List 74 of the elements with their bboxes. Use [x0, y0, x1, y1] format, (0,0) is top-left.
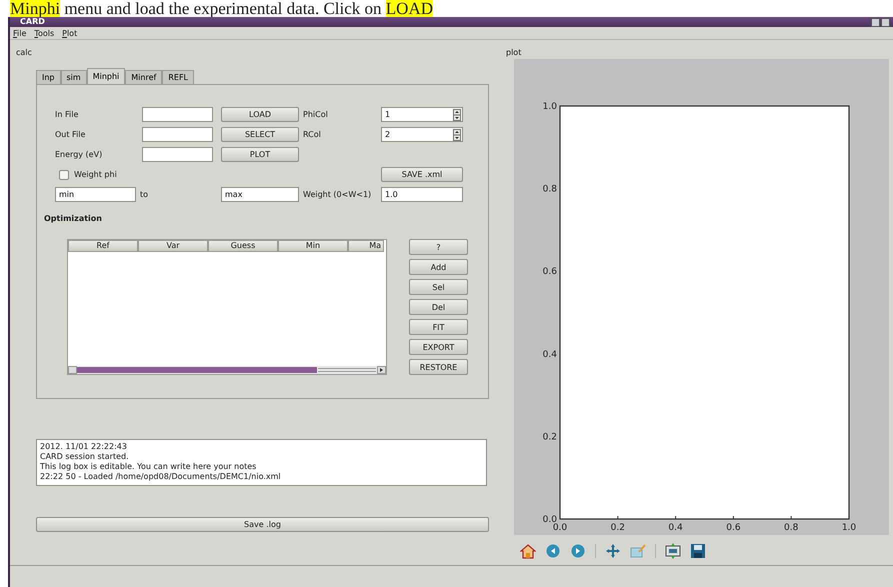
action-button[interactable]: Sel [409, 279, 468, 295]
action-button[interactable]: Add [409, 259, 468, 275]
input-field[interactable] [142, 107, 213, 122]
checkbox-label: Weight phi [74, 170, 117, 179]
action-button[interactable]: ? [409, 239, 468, 255]
column-header[interactable]: Guess [208, 240, 278, 252]
section-label: plot [506, 48, 522, 58]
checkbox[interactable] [59, 170, 69, 180]
action-button[interactable]: LOAD [221, 107, 299, 122]
tick-label: 0.0 [552, 523, 568, 533]
input-field[interactable]: min [55, 187, 136, 202]
maximize-button[interactable] [881, 18, 890, 26]
log-field[interactable]: 2012. 11/01 22:22:43 CARD session started. This log box is editable. You can write here your notes 22:22 50 - Loaded /home/opd08/Documents/DEMC1/nio.xml [36, 439, 487, 486]
column-header[interactable]: Ref [68, 240, 138, 252]
log-line: 22:22 50 - Loaded /home/opd08/Documents/DEMC1/nio.xml [40, 472, 282, 482]
horizontal-scrollbar[interactable] [68, 366, 386, 374]
menu-item[interactable]: Tools [34, 28, 54, 38]
menu-item[interactable]: File [13, 28, 26, 38]
log-line: This log box is editable. You can write here your notes [40, 462, 258, 472]
window-title: CARD [19, 17, 45, 27]
tick-label: 0.2 [542, 432, 557, 442]
tick-label: 0.8 [784, 523, 798, 533]
input-field[interactable] [142, 147, 213, 162]
tick-label: 0.6 [726, 523, 741, 533]
log-line: 2012. 11/01 22:22:43 [40, 442, 128, 452]
field-label: In File [55, 109, 80, 121]
action-button[interactable]: RESTORE [409, 359, 468, 375]
log-line: CARD session started. [40, 452, 130, 462]
tick-label: 0.2 [610, 523, 625, 533]
field-label: RCol [303, 129, 322, 141]
minimize-button[interactable] [871, 18, 880, 26]
field-label: Out File [55, 129, 86, 141]
home-icon[interactable] [520, 543, 536, 559]
input-field[interactable]: max [221, 187, 299, 202]
input-field[interactable]: 1.0 [381, 187, 463, 202]
save-button[interactable]: SAVE .xml [381, 167, 463, 182]
column-header[interactable]: Var [138, 240, 208, 252]
action-button[interactable]: SELECT [221, 127, 299, 142]
action-button[interactable]: Del [409, 299, 468, 315]
tick-label: 0.0 [542, 515, 557, 525]
spin-arrows-icon[interactable] [453, 108, 461, 120]
tick-label: 0.6 [542, 267, 557, 278]
tab[interactable]: sim [60, 70, 87, 84]
column-header[interactable]: Ma [348, 240, 384, 252]
move-icon[interactable] [605, 543, 621, 559]
back-icon[interactable] [545, 543, 561, 559]
field-label: to [140, 189, 150, 201]
field-label: Energy (eV) [55, 149, 104, 161]
action-button[interactable]: EXPORT [409, 339, 468, 355]
tab[interactable]: Minref [125, 70, 162, 84]
spin-field[interactable]: 2 [381, 127, 463, 142]
spin-field[interactable]: 1 [381, 107, 463, 122]
field-label: Weight (0<W<1) [303, 189, 372, 201]
tick-label: 1.0 [542, 102, 557, 112]
tick-label: 1.0 [842, 523, 856, 533]
action-button[interactable]: PLOT [221, 147, 299, 162]
field-label: PhiCol [303, 109, 329, 121]
tick-label: 0.8 [542, 184, 557, 195]
configure-icon[interactable] [665, 543, 681, 559]
spin-arrows-icon[interactable] [453, 128, 461, 140]
section-title: Optimization [44, 214, 103, 224]
section-label: calc [16, 48, 33, 58]
save-icon[interactable] [690, 543, 706, 559]
input-field[interactable] [142, 127, 213, 142]
column-header[interactable]: Min [278, 240, 348, 252]
tick-label: 0.4 [542, 350, 557, 360]
save-log-button[interactable]: Save .log [36, 517, 489, 532]
forward-icon[interactable] [570, 543, 586, 559]
menu-item[interactable]: Plot [62, 28, 78, 38]
action-button[interactable]: FIT [409, 319, 468, 335]
tab[interactable]: Inp [36, 70, 61, 84]
tick-label: 0.4 [668, 523, 683, 533]
tab[interactable]: Minphi [86, 68, 126, 84]
tab[interactable]: REFL [162, 70, 194, 84]
